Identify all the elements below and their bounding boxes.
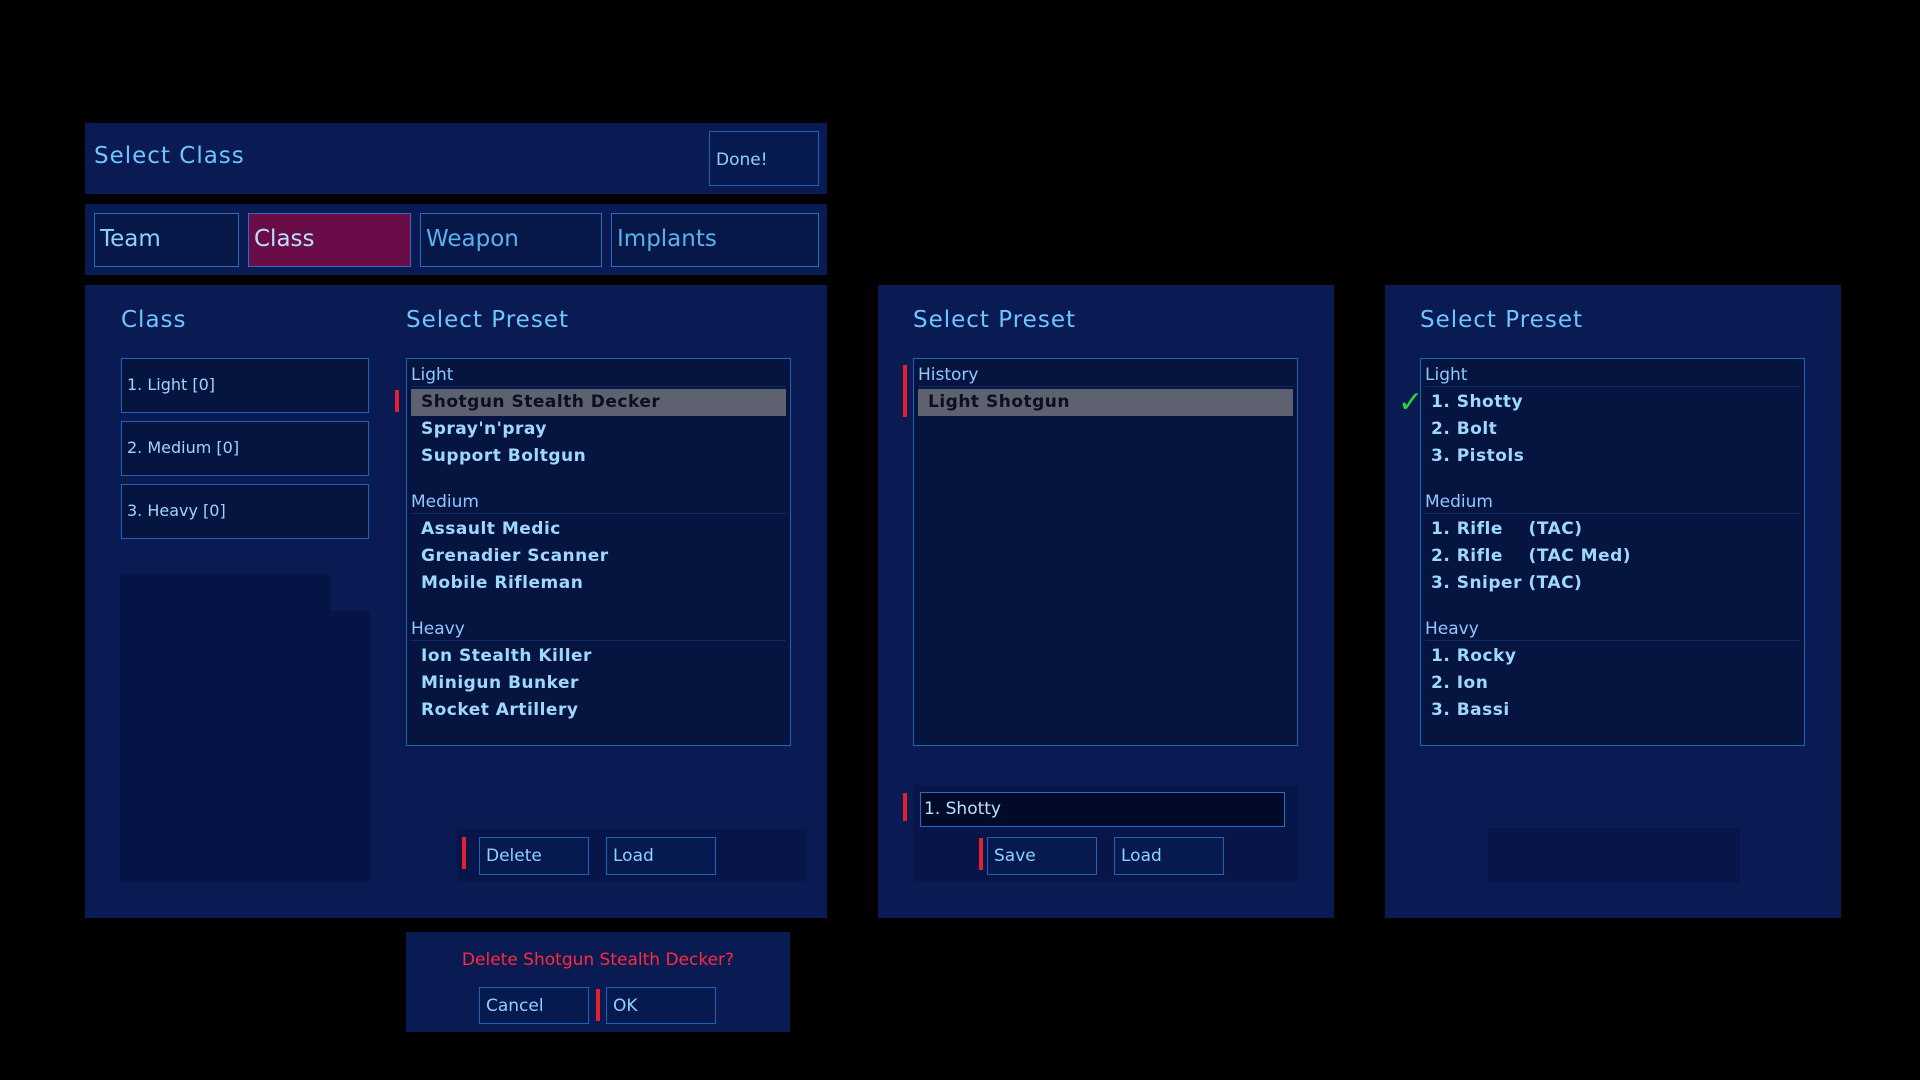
load-button[interactable]: Load	[606, 837, 716, 875]
group-divider	[411, 640, 786, 641]
preset-item[interactable]: Rocket Artillery	[411, 697, 786, 724]
preset-list: Light Shotgun Stealth Decker Spray'n'pra…	[406, 358, 791, 746]
preset-item[interactable]: Minigun Bunker	[411, 670, 786, 697]
focus-marker	[903, 793, 907, 821]
class-info-notch	[330, 575, 370, 611]
group-divider	[411, 386, 786, 387]
preset-heading: Select Preset	[406, 307, 569, 333]
preset-item[interactable]: Support Boltgun	[411, 443, 786, 470]
group-medium-label: Medium	[1425, 492, 1493, 512]
group-history-label: History	[918, 365, 979, 385]
tab-bar: Team Class Weapon Implants	[85, 204, 827, 275]
group-divider	[1425, 640, 1800, 641]
check-icon: ✓	[1398, 385, 1424, 420]
quick-item[interactable]: 3. Pistols	[1421, 443, 1796, 470]
group-divider	[1425, 386, 1800, 387]
group-divider	[918, 386, 1293, 387]
class-light-button[interactable]: 1. Light [0]	[121, 358, 369, 413]
preset-item[interactable]: Assault Medic	[411, 516, 786, 543]
quick-preset-panel: Select Preset Light 1. Shotty 2. Bolt 3.…	[1385, 285, 1841, 918]
focus-marker	[979, 838, 983, 870]
class-medium-button[interactable]: 2. Medium [0]	[121, 421, 369, 476]
quick-actions-area	[1488, 828, 1740, 882]
quick-item[interactable]: 1. Rocky	[1421, 643, 1796, 670]
tab-team[interactable]: Team	[94, 213, 239, 267]
delete-confirm-dialog: Delete Shotgun Stealth Decker? Cancel OK	[406, 932, 790, 1032]
class-heading: Class	[121, 307, 187, 333]
history-heading: Select Preset	[913, 307, 1076, 333]
ok-button[interactable]: OK	[606, 987, 716, 1024]
group-light-label: Light	[1425, 365, 1468, 385]
quick-item[interactable]: 1. Rifle (TAC)	[1421, 516, 1796, 543]
quick-item[interactable]: 1. Shotty	[1421, 389, 1796, 416]
history-item-selected[interactable]: Light Shotgun	[918, 389, 1293, 416]
tab-weapon[interactable]: Weapon	[420, 213, 602, 267]
quick-preset-list: Light 1. Shotty 2. Bolt 3. Pistols Mediu…	[1420, 358, 1805, 746]
tab-implants[interactable]: Implants	[611, 213, 819, 267]
selection-marker	[903, 365, 907, 417]
quick-item[interactable]: 2. Rifle (TAC Med)	[1421, 543, 1796, 570]
load-button[interactable]: Load	[1114, 837, 1224, 875]
group-divider	[1425, 513, 1800, 514]
cancel-button[interactable]: Cancel	[479, 987, 589, 1024]
preset-item-selected[interactable]: Shotgun Stealth Decker	[411, 389, 786, 416]
group-light-label: Light	[411, 365, 454, 385]
focus-marker	[596, 989, 600, 1021]
group-heavy-label: Heavy	[411, 619, 465, 639]
class-header-bar: Select Class Done!	[85, 123, 827, 194]
history-list: History Light Shotgun	[913, 358, 1298, 746]
group-heavy-label: Heavy	[1425, 619, 1479, 639]
page-title: Select Class	[94, 143, 245, 169]
delete-button[interactable]: Delete	[479, 837, 589, 875]
quick-item[interactable]: 3. Sniper (TAC)	[1421, 570, 1796, 597]
group-divider	[411, 513, 786, 514]
selection-marker	[395, 390, 399, 412]
class-preset-panel: Class 1. Light [0] 2. Medium [0] 3. Heav…	[85, 285, 827, 918]
quick-item[interactable]: 2. Bolt	[1421, 416, 1796, 443]
preset-item[interactable]: Ion Stealth Killer	[411, 643, 786, 670]
quick-item[interactable]: 3. Bassi	[1421, 697, 1796, 724]
confirm-message: Delete Shotgun Stealth Decker?	[461, 950, 735, 970]
preset-item[interactable]: Grenadier Scanner	[411, 543, 786, 570]
group-medium-label: Medium	[411, 492, 479, 512]
preset-name-input[interactable]: 1. Shotty	[920, 792, 1285, 827]
done-button[interactable]: Done!	[709, 131, 819, 186]
focus-marker	[462, 837, 466, 869]
class-info-area	[120, 575, 370, 881]
quick-heading: Select Preset	[1420, 307, 1583, 333]
save-button[interactable]: Save	[987, 837, 1097, 875]
history-preset-panel: Select Preset History Light Shotgun 1. S…	[878, 285, 1334, 918]
class-heavy-button[interactable]: 3. Heavy [0]	[121, 484, 369, 539]
preset-item[interactable]: Mobile Rifleman	[411, 570, 786, 597]
quick-item[interactable]: 2. Ion	[1421, 670, 1796, 697]
preset-item[interactable]: Spray'n'pray	[411, 416, 786, 443]
tab-class[interactable]: Class	[248, 213, 411, 267]
